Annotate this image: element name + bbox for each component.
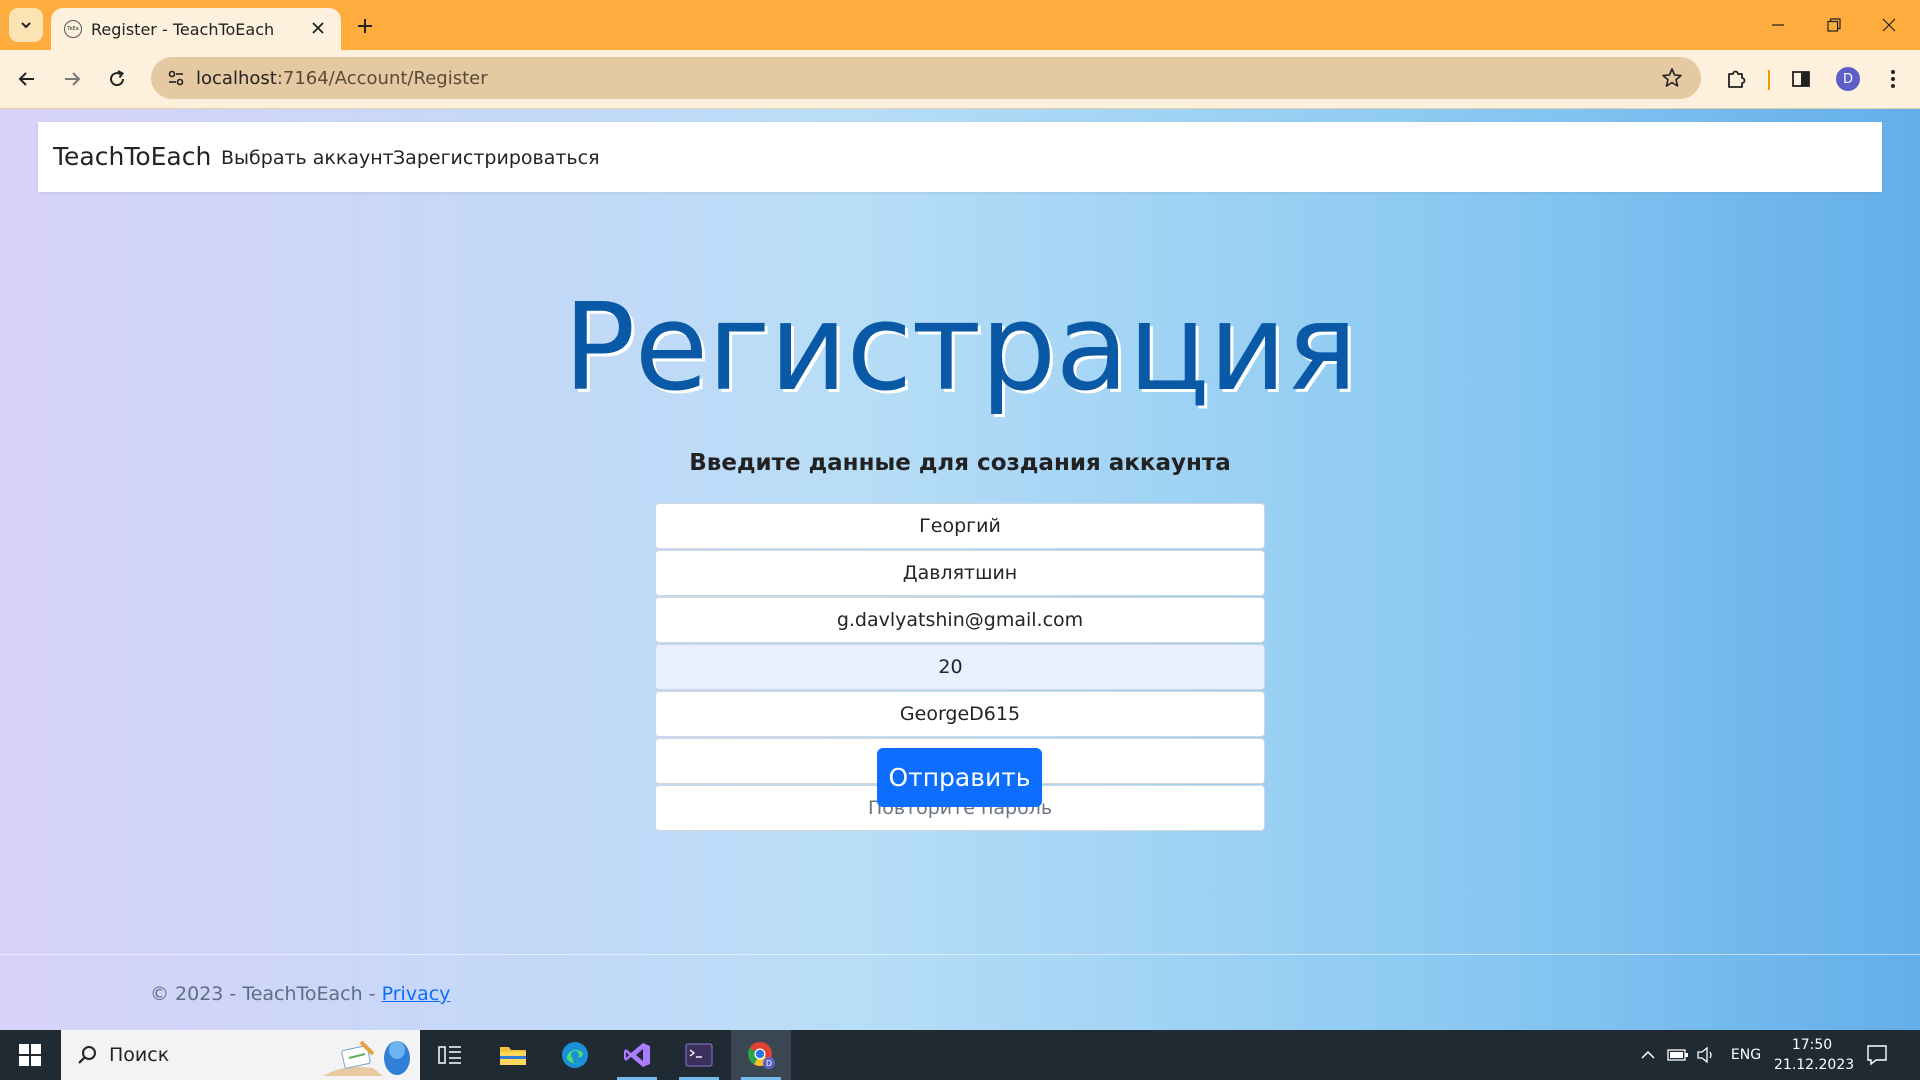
tune-icon: [168, 70, 184, 86]
email-field[interactable]: [655, 597, 1265, 643]
brand-link[interactable]: TeachToEach: [53, 142, 211, 171]
forward-button[interactable]: [55, 62, 89, 96]
plus-icon: [358, 19, 372, 33]
search-icon: [75, 1043, 99, 1067]
tab-favicon-icon: TeEa: [64, 20, 82, 38]
site-info-button[interactable]: [160, 62, 192, 94]
new-tab-button[interactable]: [352, 13, 378, 39]
windows-taskbar: Поиск D ENG 17:50 21.12.2023: [0, 1030, 1920, 1080]
reload-button[interactable]: [100, 62, 134, 96]
more-vert-icon: [1891, 70, 1895, 88]
svg-text:D: D: [766, 1059, 772, 1068]
browser-toolbar: localhost:7164/Account/Register D: [0, 50, 1920, 109]
first-name-field[interactable]: [655, 503, 1265, 549]
extensions-button[interactable]: [1721, 64, 1751, 94]
file-explorer-icon: [500, 1047, 526, 1065]
address-bar[interactable]: localhost:7164/Account/Register: [151, 57, 1701, 99]
browser-tab-strip: TeEa Register - TeachToEach: [0, 0, 1920, 50]
privacy-link[interactable]: Privacy: [382, 983, 451, 1005]
edge-icon: [562, 1042, 588, 1068]
nav-link-register[interactable]: Зарегистрироваться: [393, 147, 600, 169]
minimize-icon: [1772, 24, 1784, 26]
site-footer: © 2023 - TeachToEach - Privacy: [150, 983, 450, 1005]
puzzle-icon: [1728, 70, 1746, 88]
notification-icon: [1867, 1045, 1887, 1066]
browser-menu-button[interactable]: [1878, 64, 1908, 94]
last-name-field[interactable]: [655, 550, 1265, 596]
search-highlight-illustration-icon: [323, 1040, 410, 1076]
browser-tab-active[interactable]: TeEa Register - TeachToEach: [51, 8, 341, 50]
tab-search-button[interactable]: [9, 8, 43, 42]
toolbar-separator: [1768, 70, 1770, 90]
language-indicator[interactable]: ENG: [1728, 1043, 1764, 1067]
url-text[interactable]: localhost:7164/Account/Register: [196, 68, 488, 89]
clock-date: 21.12.2023: [1774, 1057, 1855, 1073]
username-field[interactable]: [655, 691, 1265, 737]
tab-close-button[interactable]: [307, 17, 329, 39]
page-subtitle: Введите данные для создания аккаунта: [689, 450, 1231, 476]
page-title: Регистрация: [563, 279, 1358, 418]
chevron-up-icon: [1641, 1050, 1655, 1059]
volume-button[interactable]: [1694, 1043, 1720, 1067]
taskbar-search-placeholder: Поиск: [109, 1044, 170, 1066]
url-host: localhost: [196, 68, 277, 89]
battery-icon: [1667, 1049, 1688, 1061]
visual-studio-button[interactable]: [607, 1030, 667, 1080]
taskbar-search-box[interactable]: Поиск: [61, 1030, 420, 1080]
chrome-icon: D: [748, 1042, 775, 1069]
site-navbar: TeachToEach Выбрать аккаунт Зарегистриро…: [38, 122, 1882, 192]
close-icon: [1882, 18, 1896, 32]
submit-button[interactable]: Отправить: [877, 748, 1042, 807]
file-explorer-button[interactable]: [483, 1030, 543, 1080]
terminal-button[interactable]: [669, 1030, 729, 1080]
start-button[interactable]: [0, 1030, 60, 1080]
url-path: :7164/Account/Register: [276, 68, 488, 89]
tab-title: Register - TeachToEach: [91, 20, 275, 39]
side-panel-icon: [1792, 71, 1810, 87]
nav-link-choose-account[interactable]: Выбрать аккаунт: [221, 147, 394, 169]
chevron-down-icon: [21, 22, 31, 29]
arrow-right-icon: [65, 72, 81, 86]
notifications-button[interactable]: [1864, 1042, 1890, 1068]
footer-copyright: © 2023 - TeachToEach -: [150, 983, 382, 1005]
side-panel-button[interactable]: [1786, 64, 1816, 94]
speaker-icon: [1697, 1046, 1712, 1064]
age-field[interactable]: [655, 644, 1265, 690]
arrow-left-icon: [18, 72, 34, 86]
chrome-button[interactable]: D: [731, 1030, 791, 1080]
taskbar-clock[interactable]: 17:50 21.12.2023: [1774, 1035, 1855, 1075]
visual-studio-icon: [624, 1043, 650, 1067]
clock-time: 17:50: [1791, 1037, 1833, 1053]
terminal-icon: [685, 1043, 713, 1067]
close-icon: [312, 22, 324, 34]
battery-button[interactable]: [1665, 1043, 1691, 1067]
minimize-button[interactable]: [1755, 8, 1801, 42]
restore-button[interactable]: [1811, 8, 1857, 42]
footer-divider: [0, 954, 1920, 955]
task-view-button[interactable]: [420, 1030, 480, 1080]
bookmark-button[interactable]: [1659, 65, 1685, 91]
windows-logo-icon: [19, 1044, 41, 1066]
close-window-button[interactable]: [1866, 8, 1912, 42]
show-hidden-icons-button[interactable]: [1638, 1043, 1658, 1067]
edge-button[interactable]: [545, 1030, 605, 1080]
reload-icon: [110, 70, 125, 87]
back-button[interactable]: [10, 62, 44, 96]
page-viewport: TeachToEach Выбрать аккаунт Зарегистриро…: [0, 109, 1920, 1030]
restore-icon: [1827, 18, 1841, 32]
profile-avatar[interactable]: D: [1836, 67, 1860, 91]
task-view-icon: [438, 1046, 461, 1064]
star-icon: [1662, 68, 1682, 87]
